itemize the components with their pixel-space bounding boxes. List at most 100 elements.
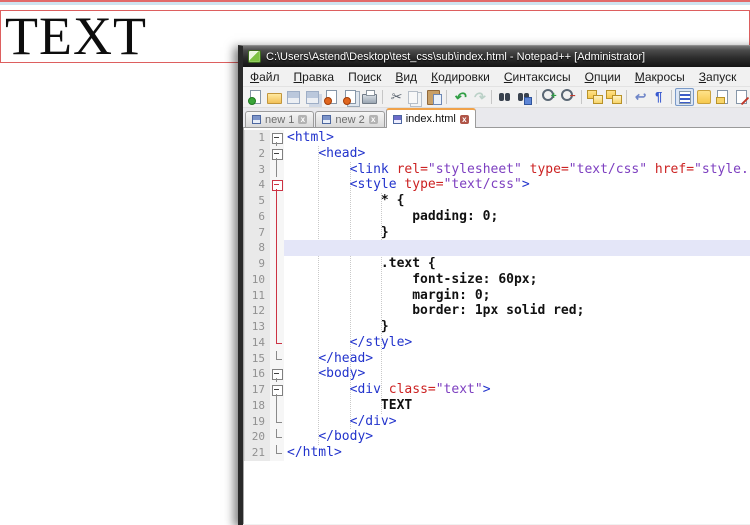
sync-scroll-h-button[interactable] — [604, 88, 623, 106]
code-text[interactable]: border: 1px solid red; — [284, 303, 750, 319]
editor-line-12[interactable]: 12 border: 1px solid red; — [244, 303, 750, 319]
sync-scroll-v-button[interactable] — [585, 88, 604, 106]
editor-line-13[interactable]: 13 } — [244, 319, 750, 335]
open-folder-button[interactable] — [265, 88, 284, 106]
code-text[interactable]: font-size: 60px; — [284, 272, 750, 288]
paste-button[interactable] — [424, 88, 443, 106]
code-text[interactable]: <head> — [284, 146, 750, 162]
code-text[interactable]: <body> — [284, 366, 750, 382]
editor-line-6[interactable]: 6 padding: 0; — [244, 209, 750, 225]
fold-line — [270, 303, 284, 319]
editor-line-3[interactable]: 3 <link rel="stylesheet" type="text/css"… — [244, 162, 750, 178]
menu-item-8[interactable]: Запуск — [692, 68, 744, 86]
fold-toggle-icon[interactable] — [270, 366, 284, 382]
editor-line-14[interactable]: 14 </style> — [244, 335, 750, 351]
line-number: 12 — [244, 303, 270, 319]
editor-line-19[interactable]: 19 </div> — [244, 414, 750, 430]
save-button[interactable] — [284, 88, 303, 106]
code-text[interactable]: <div class="text"> — [284, 382, 750, 398]
menu-item-6[interactable]: Опции — [578, 68, 628, 86]
code-text[interactable]: TEXT — [284, 398, 750, 414]
tab-new-1[interactable]: new 1x — [245, 111, 314, 127]
fold-toggle-icon[interactable] — [270, 177, 284, 193]
tab-new-2[interactable]: new 2x — [315, 111, 384, 127]
menu-item-4[interactable]: Кодировки — [424, 68, 497, 86]
undo-button[interactable] — [450, 88, 469, 106]
title-bar[interactable]: C:\Users\Astend\Desktop\test_css\sub\ind… — [243, 46, 750, 67]
close-icon — [324, 89, 340, 105]
editor-line-5[interactable]: 5 * { — [244, 193, 750, 209]
code-text[interactable]: </style> — [284, 335, 750, 351]
function-list-button[interactable] — [713, 88, 732, 106]
find-button[interactable] — [495, 88, 514, 106]
code-text[interactable]: <html> — [284, 130, 750, 146]
code-text[interactable]: } — [284, 319, 750, 335]
fold-toggle-icon[interactable] — [270, 130, 284, 146]
indent-guide-button[interactable] — [675, 88, 694, 106]
editor-line-15[interactable]: 15 </head> — [244, 351, 750, 367]
editor-line-20[interactable]: 20 </body> — [244, 429, 750, 445]
cut-button[interactable] — [386, 88, 405, 106]
editor-line-21[interactable]: 21 </html> — [244, 445, 750, 461]
editor-line-9[interactable]: 9 .text { — [244, 256, 750, 272]
fold-line — [270, 193, 284, 209]
editor-line-7[interactable]: 7 } — [244, 225, 750, 241]
code-text[interactable] — [284, 240, 750, 256]
document-map-button[interactable] — [694, 88, 713, 106]
word-wrap-button[interactable] — [630, 88, 649, 106]
editor-line-4[interactable]: 4 <style type="text/css"> — [244, 177, 750, 193]
replace-button[interactable] — [514, 88, 533, 106]
menu-item-2[interactable]: Поиск — [341, 68, 388, 86]
code-text[interactable]: } — [284, 225, 750, 241]
editor-line-8[interactable]: 8 — [244, 240, 750, 256]
code-editor[interactable]: 1<html>2 <head>3 <link rel="stylesheet" … — [243, 128, 750, 524]
code-text[interactable]: </head> — [284, 351, 750, 367]
editor-line-1[interactable]: 1<html> — [244, 130, 750, 146]
editor-line-17[interactable]: 17 <div class="text"> — [244, 382, 750, 398]
close-all-button[interactable] — [341, 88, 360, 106]
menu-item-1[interactable]: Правка — [287, 68, 342, 86]
copy-button[interactable] — [405, 88, 424, 106]
code-text[interactable]: * { — [284, 193, 750, 209]
code-text[interactable]: padding: 0; — [284, 209, 750, 225]
editor-line-2[interactable]: 2 <head> — [244, 146, 750, 162]
editor-line-10[interactable]: 10 font-size: 60px; — [244, 272, 750, 288]
editor-line-16[interactable]: 16 <body> — [244, 366, 750, 382]
editor-line-18[interactable]: 18 TEXT — [244, 398, 750, 414]
print-button[interactable] — [360, 88, 379, 106]
fold-toggle-icon[interactable] — [270, 146, 284, 162]
tab-close-icon[interactable]: x — [298, 115, 307, 124]
editor-line-11[interactable]: 11 margin: 0; — [244, 288, 750, 304]
menu-item-3[interactable]: Вид — [388, 68, 424, 86]
toolbar-separator — [581, 90, 582, 104]
code-text[interactable]: </body> — [284, 429, 750, 445]
fold-toggle-icon[interactable] — [270, 382, 284, 398]
zoom-in-button[interactable] — [540, 88, 559, 106]
code-text[interactable]: <link rel="stylesheet" type="text/css" h… — [284, 162, 750, 178]
code-text[interactable]: margin: 0; — [284, 288, 750, 304]
open-folder-icon — [267, 89, 283, 105]
menu-item-0[interactable]: Файл — [243, 68, 287, 86]
menu-item-5[interactable]: Синтаксисы — [497, 68, 578, 86]
sync-scroll-h-icon — [606, 89, 622, 105]
save-icon — [286, 89, 302, 105]
redo-button[interactable] — [469, 88, 488, 106]
save-all-button[interactable] — [303, 88, 322, 106]
close-button[interactable] — [322, 88, 341, 106]
tab-close-icon[interactable]: x — [460, 115, 469, 124]
menu-item-7[interactable]: Макросы — [628, 68, 692, 86]
tab-index.html[interactable]: index.htmlx — [386, 108, 476, 128]
code-text[interactable]: </html> — [284, 445, 750, 461]
menu-item-9[interactable]: Плагины — [743, 68, 750, 86]
new-file-button[interactable] — [246, 88, 265, 106]
edit-pen-button[interactable] — [732, 88, 750, 106]
file-save-icon — [322, 115, 331, 124]
code-text[interactable]: <style type="text/css"> — [284, 177, 750, 193]
document-map-icon — [696, 89, 712, 105]
code-text[interactable]: .text { — [284, 256, 750, 272]
tab-close-icon[interactable]: x — [369, 115, 378, 124]
zoom-out-button[interactable] — [559, 88, 578, 106]
line-number: 21 — [244, 445, 270, 461]
code-text[interactable]: </div> — [284, 414, 750, 430]
show-all-chars-button[interactable] — [649, 88, 668, 106]
